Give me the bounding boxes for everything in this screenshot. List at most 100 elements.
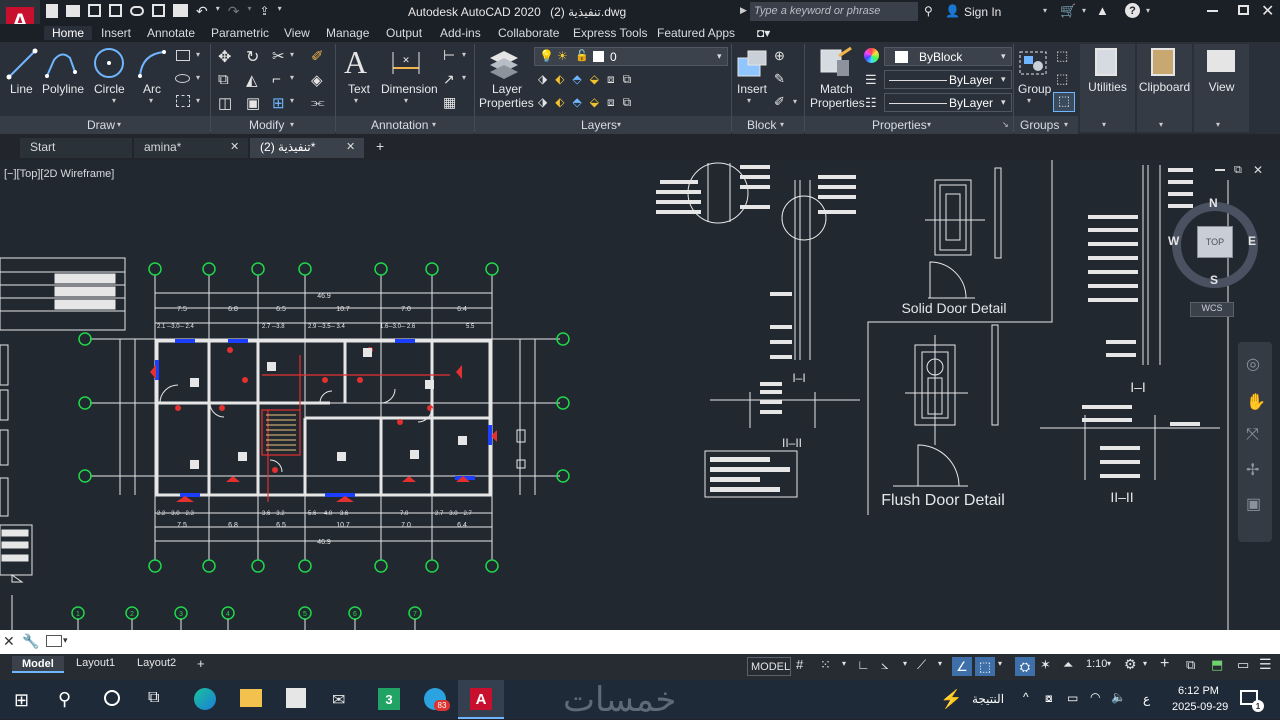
clean-screen-icon[interactable]: ▭ xyxy=(1237,657,1249,673)
annotation-scale-dropdown-icon[interactable]: ▾ xyxy=(1107,659,1111,668)
copy-icon[interactable]: ⧉ xyxy=(218,71,229,88)
linear-dim-dropdown-icon[interactable]: ▾ xyxy=(462,50,466,59)
tab-annotate[interactable]: Annotate xyxy=(147,26,195,40)
layer-lock-icon[interactable]: ⬙ xyxy=(590,72,599,87)
group-label[interactable]: Group xyxy=(1018,82,1051,96)
layer-match-icon[interactable]: ⧈ xyxy=(607,72,615,87)
tab-collaborate[interactable]: Collaborate xyxy=(498,26,559,40)
wifi-icon[interactable]: ◠ xyxy=(1090,690,1100,704)
modify-panel-dropdown-icon[interactable]: ▾ xyxy=(290,120,294,129)
layer-dropdown[interactable]: 💡 ☀ 🔓 0 ▾ xyxy=(534,47,728,66)
annotation-monitor-icon[interactable]: + xyxy=(1160,655,1169,673)
leader-icon[interactable]: ↗ xyxy=(443,71,455,88)
polar-dropdown-icon[interactable]: ▾ xyxy=(903,659,907,668)
tab-output[interactable]: Output xyxy=(386,26,422,40)
layers-panel-dropdown-icon[interactable]: ▾ xyxy=(617,120,621,129)
compass-west[interactable]: W xyxy=(1168,234,1179,248)
circle-dropdown-icon[interactable]: ▾ xyxy=(112,96,116,105)
mirror-icon[interactable]: ◭ xyxy=(246,71,258,89)
object-snap-tracking-icon[interactable]: ∠ xyxy=(952,657,972,676)
object-snap-icon[interactable]: ⬚ xyxy=(975,657,995,676)
match-label-2[interactable]: Properties xyxy=(810,96,865,110)
fillet-dropdown-icon[interactable]: ▾ xyxy=(290,73,294,82)
sign-in-link[interactable]: Sign In xyxy=(964,5,1001,19)
edit-block-icon[interactable]: ✎ xyxy=(774,71,785,87)
dimension-label[interactable]: Dimension xyxy=(381,82,438,96)
close-tab-icon[interactable]: ✕ xyxy=(230,140,239,153)
orbit-icon[interactable]: ✢ xyxy=(1246,460,1259,480)
zoom-extents-icon[interactable]: ⤧ xyxy=(1246,426,1259,444)
ellipse-dropdown-icon[interactable]: ▾ xyxy=(196,73,200,82)
hardware-acceleration-icon[interactable]: ⬒ xyxy=(1211,657,1223,673)
match-properties-button[interactable] xyxy=(819,46,853,85)
object-snap-dropdown-icon[interactable]: ▾ xyxy=(998,659,1002,668)
layer-properties-button[interactable] xyxy=(487,48,521,85)
binoculars-icon[interactable]: ⚲ xyxy=(924,4,933,18)
layer-walk-icon[interactable]: ⧉ xyxy=(623,95,632,110)
hatch-icon[interactable] xyxy=(176,95,190,107)
annotation-scale-value[interactable]: 1:10 xyxy=(1086,658,1107,670)
polar-icon[interactable]: ⦣ xyxy=(881,657,888,673)
windows-start-icon[interactable]: ⊞ xyxy=(14,690,29,711)
tab-active-drawing[interactable]: تنفيذية (2)* ✕ xyxy=(250,138,364,158)
share-icon[interactable] xyxy=(152,4,165,17)
group-dropdown-icon[interactable]: ▾ xyxy=(1027,96,1031,105)
properties-panel-label[interactable]: Properties xyxy=(872,118,927,132)
ungroup-icon[interactable]: ⬚ xyxy=(1056,48,1068,64)
modify-panel-label[interactable]: Modify xyxy=(249,118,284,132)
utilities-panel[interactable]: Utilities ▾ xyxy=(1080,44,1135,132)
properties-launcher-icon[interactable]: ↘ xyxy=(1002,120,1009,129)
battery-icon[interactable]: ▭ xyxy=(1067,691,1078,705)
tab-add-ins[interactable]: Add-ins xyxy=(440,26,481,40)
share-drawing-icon[interactable]: ⇪ xyxy=(260,4,270,18)
search-taskbar-icon[interactable]: ⚲ xyxy=(58,689,71,710)
viewport-restore-icon[interactable]: ⧉ xyxy=(1234,164,1242,177)
insert-button[interactable] xyxy=(736,48,768,85)
create-block-icon[interactable]: ⊕ xyxy=(774,48,785,64)
layer-on-icon[interactable]: ⬗ xyxy=(538,95,547,110)
layout-tab-layout1[interactable]: Layout1 xyxy=(76,657,115,669)
help-dropdown-icon[interactable]: ▾ xyxy=(1146,6,1150,15)
edge-browser-icon[interactable] xyxy=(194,688,216,710)
block-panel-label[interactable]: Block xyxy=(747,118,776,132)
scale-icon[interactable]: ▣ xyxy=(246,94,260,112)
tray-chevron-icon[interactable]: ^ xyxy=(1023,690,1029,704)
grid-icon[interactable]: # xyxy=(796,657,803,672)
new-file-icon[interactable] xyxy=(46,4,58,18)
language-indicator[interactable]: ع xyxy=(1143,692,1150,706)
drawing-canvas[interactable]: [−][Top][2D Wireframe] 46.9 7.5 6.8 6.5 … xyxy=(0,160,1280,630)
isodraft-dropdown-icon[interactable]: ▾ xyxy=(938,659,942,668)
linear-dim-icon[interactable]: ⊢ xyxy=(443,47,455,64)
model-space-button[interactable]: MODEL xyxy=(747,657,791,676)
dimension-button[interactable]: ✕ xyxy=(389,48,423,83)
line-button[interactable] xyxy=(6,48,38,85)
wcs-menu[interactable]: WCS xyxy=(1190,302,1234,317)
annotation-visibility-icon[interactable]: ⛭ xyxy=(1015,657,1035,676)
group-selection-icon[interactable]: ⬚ xyxy=(1053,92,1075,112)
layer-change-icon[interactable]: ⧉ xyxy=(623,72,632,87)
text-label[interactable]: Text xyxy=(348,82,370,96)
viewcube-top-face[interactable]: TOP xyxy=(1197,226,1233,258)
tab-home[interactable]: Home xyxy=(44,26,93,40)
group-button[interactable] xyxy=(1018,48,1048,83)
qat-dropdown-icon[interactable]: ▾ xyxy=(278,4,282,18)
workspace-icon[interactable]: ⚙ xyxy=(1124,656,1137,673)
hatch-dropdown-icon[interactable]: ▾ xyxy=(196,96,200,105)
showmotion-icon[interactable]: ▣ xyxy=(1246,494,1261,514)
close-tab-icon[interactable]: ✕ xyxy=(346,140,355,153)
isolate-objects-icon[interactable]: ⧉ xyxy=(1186,657,1195,673)
mail-icon[interactable]: ✉ xyxy=(332,690,345,710)
tab-amina[interactable]: amina* ✕ xyxy=(134,138,248,158)
search-expand-icon[interactable]: ▶ xyxy=(740,5,747,16)
command-dropdown-icon[interactable]: ▾ xyxy=(63,635,68,646)
annotation-panel-label[interactable]: Annotation xyxy=(371,118,428,132)
dimension-dropdown-icon[interactable]: ▾ xyxy=(404,96,408,105)
sign-in-dropdown-icon[interactable]: ▾ xyxy=(1043,6,1047,15)
plot-icon[interactable] xyxy=(173,4,188,17)
layer-properties-label-1[interactable]: Layer xyxy=(492,82,522,96)
layout-tab-model[interactable]: Model xyxy=(12,656,64,673)
tab-express-tools[interactable]: Express Tools xyxy=(573,26,647,40)
snap-dropdown-icon[interactable]: ▾ xyxy=(842,659,846,668)
ribbon-toggle-icon[interactable]: ◘▾ xyxy=(757,26,770,40)
layer-isolate-icon[interactable]: ⬖ xyxy=(555,72,564,87)
